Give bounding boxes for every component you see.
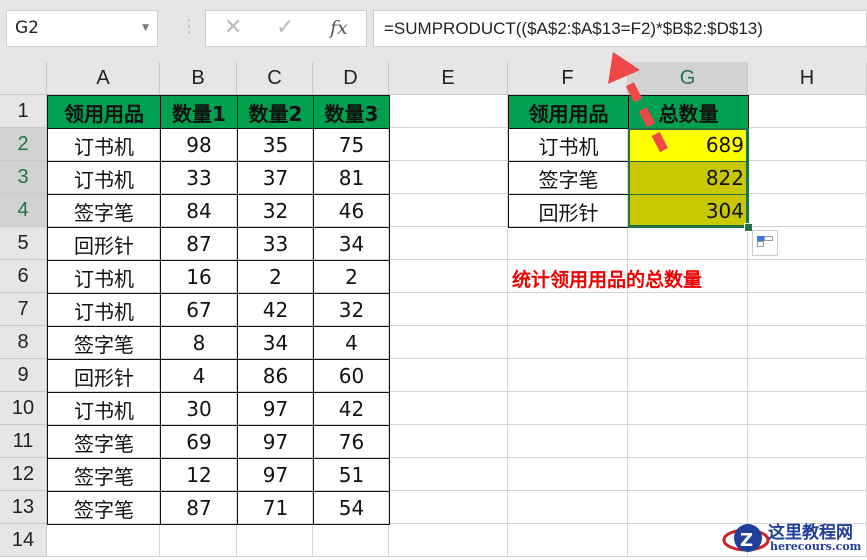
svg-text:Z: Z [740,530,753,551]
logo-icon: Z [722,524,770,552]
red-arrow-annotation [608,52,668,153]
watermark-logo: Z 这里教程网 herecours.com [720,516,867,560]
arrow-shaft [621,72,668,153]
arrow-head [608,52,640,84]
logo-url: herecours.com [770,540,862,553]
